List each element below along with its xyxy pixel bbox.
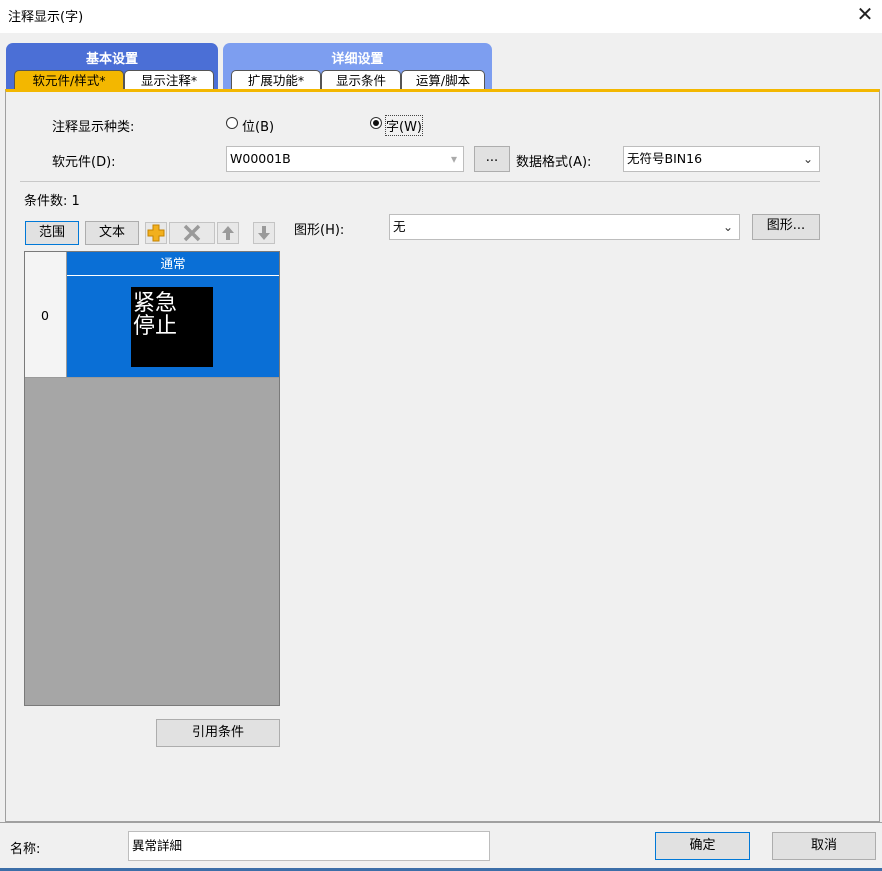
- group-basic-label: 基本设置: [85, 52, 138, 67]
- preview-line-2: 停止: [133, 314, 178, 339]
- chevron-down-icon[interactable]: ▾: [451, 147, 457, 171]
- name-label: 名称:: [10, 842, 41, 857]
- cancel-button[interactable]: 取消: [772, 832, 876, 860]
- arrow-down-icon: [258, 226, 270, 240]
- device-combo[interactable]: W00001B ▾: [226, 146, 464, 172]
- preview-line-1: 紧急: [133, 291, 178, 316]
- radio-word-label[interactable]: 字(W): [385, 115, 423, 136]
- tab-operation-script[interactable]: 运算/脚本: [401, 70, 485, 90]
- comment-type-label: 注释显示种类:: [52, 120, 135, 135]
- delete-condition-button[interactable]: [169, 222, 215, 244]
- chevron-down-icon[interactable]: ⌄: [723, 215, 733, 239]
- row-index: 0: [41, 308, 49, 323]
- column-header-normal[interactable]: 通常: [67, 252, 279, 276]
- browse-device-button[interactable]: ...: [474, 146, 510, 172]
- name-input[interactable]: 異常詳細: [128, 831, 490, 861]
- window-title: 注释显示(字): [8, 10, 84, 25]
- tab-display-comment[interactable]: 显示注释*: [124, 70, 214, 90]
- shape-value: 无: [393, 219, 406, 234]
- close-icon[interactable]: ✕: [852, 1, 878, 27]
- shape-label: 图形(H):: [294, 223, 345, 238]
- divider: [20, 181, 820, 182]
- device-label: 软元件(D):: [52, 155, 116, 170]
- comment-preview: 紧急 停止: [131, 287, 213, 367]
- plus-icon: [147, 224, 165, 242]
- condition-count: 条件数: 1: [24, 194, 80, 209]
- delete-icon: [183, 224, 201, 242]
- tab-extended-function[interactable]: 扩展功能*: [231, 70, 321, 90]
- chevron-down-icon[interactable]: ⌄: [803, 147, 813, 171]
- move-up-button[interactable]: [217, 222, 239, 244]
- arrow-up-icon: [222, 226, 234, 240]
- radio-bit-label[interactable]: 位(B): [242, 116, 274, 135]
- condition-grid[interactable]: 0 通常 紧急 停止: [24, 251, 280, 706]
- data-format-select[interactable]: 无符号BIN16 ⌄: [623, 146, 820, 172]
- ok-button[interactable]: 确定: [655, 832, 750, 860]
- move-down-button[interactable]: [253, 222, 275, 244]
- add-condition-button[interactable]: [145, 222, 167, 244]
- data-format-value: 无符号BIN16: [627, 151, 703, 166]
- radio-word[interactable]: [370, 117, 382, 129]
- tab-display-condition[interactable]: 显示条件: [321, 70, 401, 90]
- footer-divider: [0, 822, 882, 823]
- shape-select[interactable]: 无 ⌄: [389, 214, 740, 240]
- text-button[interactable]: 文本: [85, 221, 139, 245]
- range-button[interactable]: 范围: [25, 221, 79, 245]
- device-value: W00001B: [230, 151, 291, 166]
- shape-button[interactable]: 图形...: [752, 214, 820, 240]
- quote-condition-button[interactable]: 引用条件: [156, 719, 280, 747]
- group-detail-label: 详细设置: [331, 52, 384, 67]
- row-header[interactable]: 0: [25, 252, 67, 378]
- title-bar: 注释显示(字) ✕: [0, 0, 882, 30]
- radio-bit[interactable]: [226, 117, 238, 129]
- data-format-label: 数据格式(A):: [516, 155, 592, 170]
- condition-cell[interactable]: 紧急 停止: [67, 276, 279, 378]
- tab-device-style[interactable]: 软元件/样式*: [14, 70, 124, 90]
